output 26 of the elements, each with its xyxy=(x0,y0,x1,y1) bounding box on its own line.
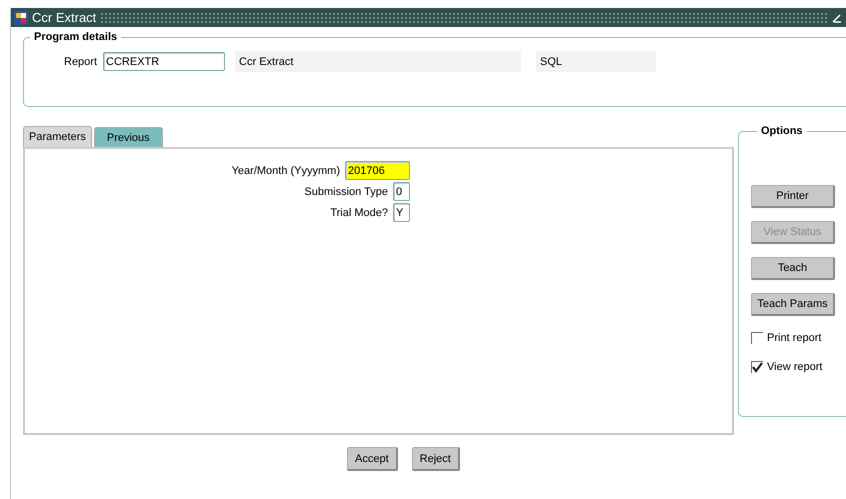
input-field[interactable]: Y xyxy=(393,203,410,222)
field-label: Submission Type xyxy=(304,186,388,198)
checkbox-label: View report xyxy=(767,361,822,373)
group-title: Options xyxy=(760,125,804,137)
option-button[interactable]: Printer xyxy=(751,185,835,208)
tab[interactable]: Parameters xyxy=(23,126,92,147)
group-title: Program details xyxy=(33,31,118,43)
minimize-icon[interactable] xyxy=(832,12,842,22)
checkbox-label: Print report xyxy=(767,332,822,344)
tab[interactable]: Previous xyxy=(94,127,163,147)
report-name-field: Ccr Extract xyxy=(235,51,522,72)
action-button[interactable]: Accept xyxy=(347,447,398,471)
input-field[interactable]: 0 xyxy=(393,182,410,201)
report-code-field[interactable]: CCREXTR xyxy=(103,52,226,71)
checkbox[interactable] xyxy=(751,332,763,344)
checkbox[interactable] xyxy=(751,361,763,373)
app-icon xyxy=(14,10,28,24)
window-title: Ccr Extract xyxy=(32,10,96,25)
action-button[interactable]: Reject xyxy=(412,447,460,471)
field-label: Report xyxy=(64,56,98,68)
option-button[interactable]: Teach xyxy=(751,257,835,280)
report-type-field: SQL xyxy=(536,51,656,72)
option-button[interactable]: Teach Params xyxy=(751,293,835,316)
field-label: Year/Month (Yyyymm) xyxy=(232,164,340,176)
field-label: Trial Mode? xyxy=(330,206,388,218)
input-field[interactable]: 201706 xyxy=(345,161,410,180)
